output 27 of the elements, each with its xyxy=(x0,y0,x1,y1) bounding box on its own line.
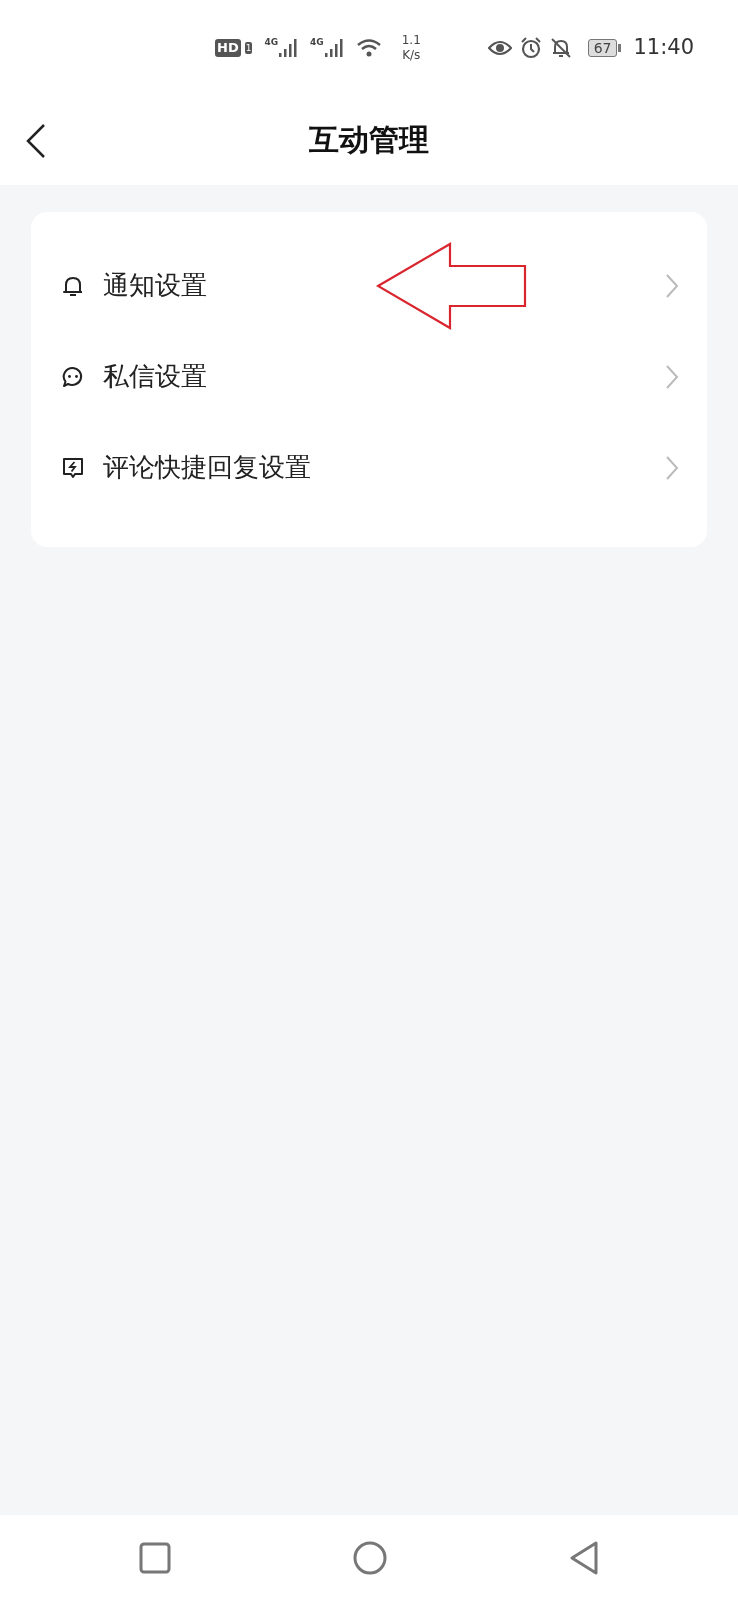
eye-icon xyxy=(487,38,512,57)
menu-item[interactable]: 私信设置 xyxy=(31,331,707,422)
signal-icon xyxy=(278,37,299,58)
network-type: 4G xyxy=(310,37,324,47)
battery-level: 67 xyxy=(587,38,618,57)
chevron-right-icon xyxy=(665,272,679,299)
network-speed: 1.1 xyxy=(401,33,421,48)
wifi-icon xyxy=(355,37,382,58)
clock: 11:40 xyxy=(633,33,694,61)
chevron-right-icon xyxy=(665,454,679,481)
network-type: 4G xyxy=(264,37,279,47)
muted-bell-icon xyxy=(549,36,572,59)
lightning-message-icon xyxy=(61,455,85,480)
menu-item[interactable]: 评论快捷回复设置 xyxy=(31,422,707,513)
page-title: 互动管理 xyxy=(309,122,429,158)
chat-bubble-icon xyxy=(61,364,85,389)
recent-apps-button[interactable] xyxy=(139,1541,171,1574)
home-button[interactable] xyxy=(353,1540,387,1575)
back-icon[interactable] xyxy=(24,123,48,159)
network-speed-unit: K/s xyxy=(401,47,421,62)
sim-indicator: 1 xyxy=(244,41,253,54)
chevron-right-icon xyxy=(665,363,679,390)
menu-item[interactable]: 通知设置 xyxy=(31,240,707,331)
signal-icon xyxy=(323,37,344,58)
hd-indicator: HD xyxy=(215,38,241,57)
back-button[interactable] xyxy=(569,1540,599,1575)
alarm-clock-icon xyxy=(519,36,542,59)
